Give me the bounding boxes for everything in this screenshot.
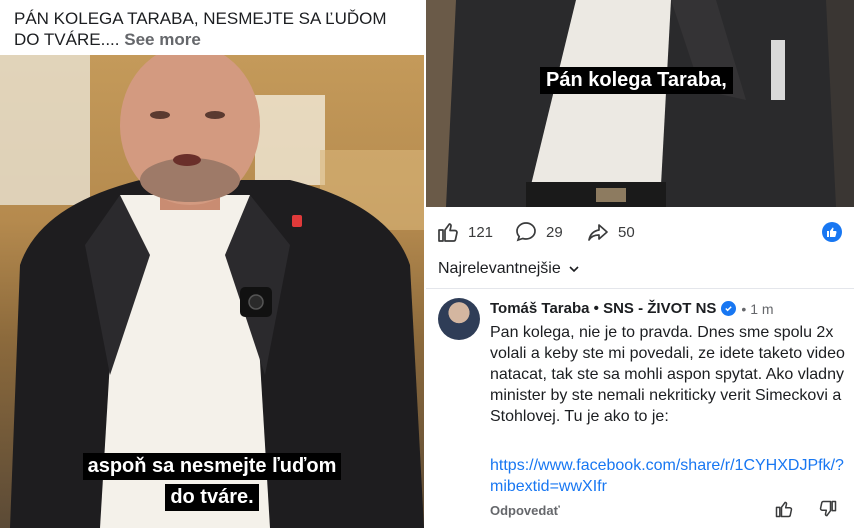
divider-line (426, 288, 854, 289)
share-arrow-icon (588, 224, 608, 241)
video-subtitle: Pán kolega Taraba, (540, 67, 733, 94)
comment-header: Tomáš Taraba • SNS - ŽIVOT NS • 1 m (490, 300, 774, 317)
thumbs-up-icon (775, 501, 793, 518)
thumbs-up-icon (827, 227, 837, 237)
comment-dislike-button[interactable] (818, 499, 838, 524)
share-button[interactable]: 50 (586, 220, 635, 244)
comment-bubble-icon (516, 222, 536, 242)
subtitle-line-2: do tváre. (165, 484, 259, 511)
video-frame-left[interactable]: aspoň sa nesmejte ľuďom do tváre. (0, 55, 424, 528)
post-caption: PÁN KOLEGA TARABA, NESMEJTE SA ĽUĎOM DO … (14, 8, 414, 50)
like-count: 121 (468, 223, 494, 241)
subtitle-line-1: aspoň sa nesmejte ľuďom (82, 453, 342, 480)
verified-badge-icon (721, 301, 737, 316)
thumbs-up-icon (438, 223, 458, 242)
thumbs-down-icon (819, 500, 837, 517)
sort-label: Najrelevantnejšie (438, 260, 561, 277)
comment-like-button[interactable] (774, 499, 794, 524)
left-post-panel: PÁN KOLEGA TARABA, NESMEJTE SA ĽUĎOM DO … (0, 0, 424, 528)
comment-author[interactable]: Tomáš Taraba • SNS - ŽIVOT NS (490, 300, 716, 317)
video-subtitle: aspoň sa nesmejte ľuďom do tváre. (0, 451, 424, 513)
like-reaction-badge[interactable] (822, 222, 842, 242)
video-frame-right[interactable]: Pán kolega Taraba, (426, 0, 854, 207)
share-count: 50 (618, 223, 635, 241)
chevron-down-icon (569, 266, 579, 273)
comment-count: 29 (546, 223, 563, 241)
reply-button[interactable]: Odpovedať (490, 503, 560, 518)
speaker-torso (426, 0, 854, 207)
comment-timestamp: • 1 m (741, 300, 774, 317)
right-post-panel: Pán kolega Taraba, 121 29 50 Najrelevant… (426, 0, 854, 528)
comment-link[interactable]: https://www.facebook.com/share/r/1CYHXDJ… (490, 455, 850, 497)
reaction-bar: 121 29 50 (426, 214, 854, 250)
comment-text: Pan kolega, nie je to pravda. Dnes sme s… (490, 324, 845, 425)
avatar[interactable] (438, 298, 480, 340)
comment-button[interactable]: 29 (514, 220, 563, 244)
comment-sort-dropdown[interactable]: Najrelevantnejšie (438, 260, 581, 278)
like-button[interactable]: 121 (436, 220, 493, 244)
see-more-link[interactable]: See more (124, 30, 201, 49)
